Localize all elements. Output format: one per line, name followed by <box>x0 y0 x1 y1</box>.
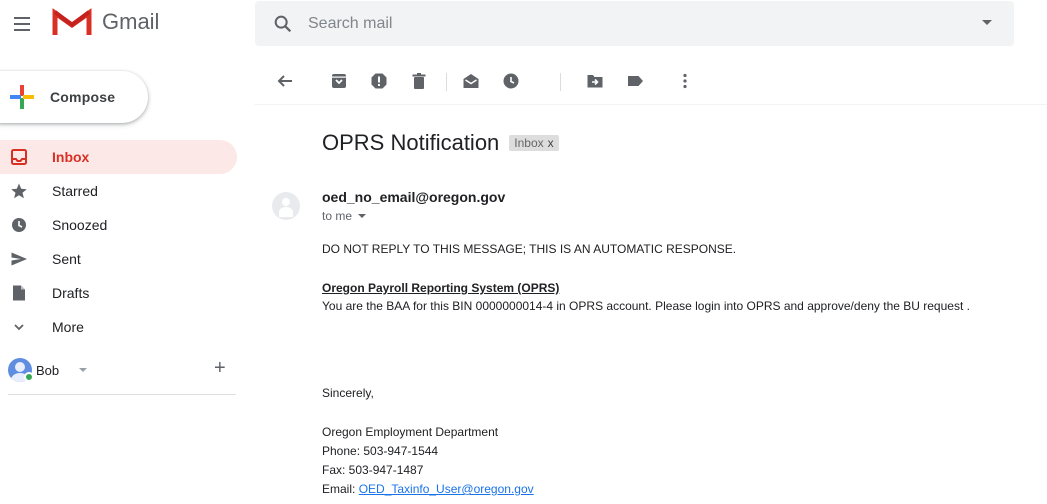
recipient-details-caret-icon <box>358 214 367 218</box>
sidebar-item-inbox[interactable]: Inbox <box>0 140 237 174</box>
send-icon <box>10 250 28 268</box>
sidebar-item-label: Snoozed <box>52 217 108 233</box>
chevron-down-icon <box>10 318 28 336</box>
menu-icon <box>14 17 30 19</box>
compose-button[interactable]: Compose <box>0 71 148 123</box>
sidebar-item-label: Inbox <box>52 149 90 165</box>
sidebar-item-label: More <box>52 319 84 335</box>
archive-icon[interactable] <box>328 70 350 92</box>
message-subject: OPRS Notification <box>322 130 500 155</box>
recipient-details[interactable]: to me <box>322 209 367 223</box>
compose-plus-icon <box>10 85 34 109</box>
online-status-icon <box>24 372 34 382</box>
clock-icon <box>10 216 28 234</box>
report-spam-icon[interactable] <box>368 70 390 92</box>
sidebar-item-more[interactable]: More <box>0 310 237 344</box>
hangouts-account[interactable]: Bob <box>8 355 236 385</box>
top-bar: Gmail <box>0 0 1047 48</box>
mark-unread-icon[interactable] <box>460 70 482 92</box>
message-subject-row: OPRS Notification Inbox x <box>322 130 559 156</box>
toolbar-divider <box>255 104 1047 105</box>
body-line: You are the BAA for this BIN 0000000014-… <box>322 299 970 313</box>
sidebar-divider <box>8 394 236 395</box>
inbox-icon <box>10 148 28 166</box>
search-icon[interactable] <box>272 13 294 35</box>
recipient-label: to me <box>322 209 353 223</box>
account-name: Bob <box>36 362 60 378</box>
body-email-row: Email: OED_Taxinfo_User@oregon.gov <box>322 482 534 496</box>
body-phone: Phone: 503-947-1544 <box>322 444 439 458</box>
label-icon[interactable] <box>624 70 646 92</box>
add-contact-plus-icon[interactable]: + <box>214 358 226 378</box>
gmail-logo[interactable]: Gmail <box>52 7 159 37</box>
gmail-m-icon <box>52 8 92 35</box>
draft-icon <box>10 284 28 302</box>
body-heading: Oregon Payroll Reporting System (OPRS) <box>322 281 560 295</box>
sidebar-item-drafts[interactable]: Drafts <box>0 276 237 310</box>
main-menu-button[interactable] <box>8 10 36 38</box>
more-vert-icon[interactable] <box>674 70 696 92</box>
sender-avatar <box>272 192 300 220</box>
toolbar-separator <box>560 73 561 91</box>
inbox-label-chip[interactable]: Inbox x <box>509 135 559 151</box>
contact-email-link[interactable]: OED_Taxinfo_User@oregon.gov <box>359 482 534 496</box>
sidebar-item-label: Starred <box>52 183 98 199</box>
body-org: Oregon Employment Department <box>322 425 499 439</box>
search-bar <box>255 1 1014 46</box>
remove-label-icon[interactable]: x <box>548 136 554 150</box>
sidebar-item-sent[interactable]: Sent <box>0 242 237 276</box>
sidebar-item-snoozed[interactable]: Snoozed <box>0 208 237 242</box>
label-chip-text: Inbox <box>514 136 544 150</box>
account-caret-icon[interactable] <box>79 368 88 372</box>
body-closing: Sincerely, <box>322 386 374 400</box>
body-line: DO NOT REPLY TO THIS MESSAGE; THIS IS AN… <box>322 242 737 256</box>
app-name: Gmail <box>102 9 160 34</box>
sidebar-item-label: Sent <box>52 251 81 267</box>
body-email-prefix: Email: <box>322 482 356 496</box>
sidebar-nav: Inbox Starred Snoozed Sent Drafts More <box>0 140 240 344</box>
search-input[interactable] <box>308 14 948 33</box>
sidebar-item-starred[interactable]: Starred <box>0 174 237 208</box>
sender-email[interactable]: oed_no_email@oregon.gov <box>322 189 505 205</box>
back-arrow-icon[interactable] <box>274 70 296 92</box>
search-options-caret-icon[interactable] <box>982 20 992 25</box>
move-to-icon[interactable] <box>584 70 606 92</box>
toolbar-separator <box>446 73 447 91</box>
delete-icon[interactable] <box>408 70 430 92</box>
compose-label: Compose <box>50 89 116 105</box>
snooze-icon[interactable] <box>500 70 522 92</box>
star-icon <box>10 182 28 200</box>
body-fax: Fax: 503-947-1487 <box>322 463 424 477</box>
message-toolbar <box>270 66 1030 96</box>
sidebar-item-label: Drafts <box>52 285 90 301</box>
